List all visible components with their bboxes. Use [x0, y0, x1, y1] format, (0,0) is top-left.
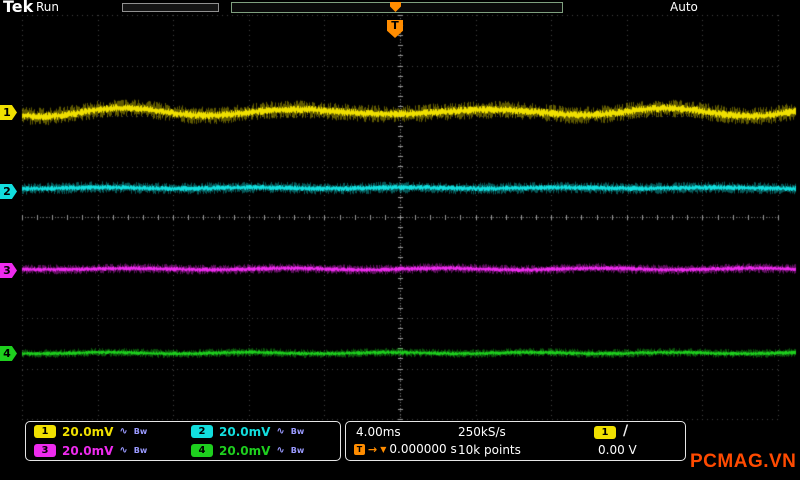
record-length-readout: 10k points — [458, 443, 521, 457]
arrow-right-icon: → — [368, 442, 378, 456]
ch1-badge: 1 — [34, 425, 56, 438]
ch4-scale: 20.0mV — [219, 443, 271, 458]
acquisition-status: Run — [36, 0, 60, 14]
record-view-bar-secondary — [122, 3, 219, 12]
rising-edge-icon: / — [623, 423, 629, 439]
trigger-position-value: 0.000000 s — [389, 442, 457, 456]
ch1-scale: 20.0mV — [62, 424, 114, 439]
bandwidth-limit-icon: Bw — [290, 427, 305, 436]
trigger-pointer-icon: ▼ — [380, 444, 387, 454]
sample-rate-readout: 250kS/s — [458, 425, 506, 439]
ac-coupling-icon: ∿ — [276, 426, 285, 437]
horizontal-trigger-readout: 4.00ms 250kS/s 1 / T → ▼ 0.000000 s 10k … — [345, 421, 686, 461]
bandwidth-limit-icon: Bw — [133, 446, 148, 455]
ch3-readout: 3 20.0mV ∿ Bw — [26, 441, 183, 460]
trigger-source-badge: 1 — [594, 426, 616, 439]
ch2-badge: 2 — [191, 425, 213, 438]
ch4-readout: 4 20.0mV ∿ Bw — [183, 441, 340, 460]
watermark: PCMAG.VN — [690, 451, 797, 472]
trigger-level-readout: 0.00 V — [598, 443, 637, 457]
oscilloscope-screen: Tek Run Auto T 1 2 3 4 1 20.0mV ∿ Bw 2 2… — [0, 0, 800, 480]
tek-logo: Tek — [3, 0, 34, 16]
trigger-marker-icon: T — [354, 443, 365, 455]
ch3-badge: 3 — [34, 444, 56, 457]
ch1-readout: 1 20.0mV ∿ Bw — [26, 422, 183, 441]
channel-readouts: 1 20.0mV ∿ Bw 2 20.0mV ∿ Bw 3 20.0mV ∿ B… — [25, 421, 341, 461]
trigger-position-readout: T → ▼ 0.000000 s — [354, 442, 457, 456]
ch4-badge: 4 — [191, 444, 213, 457]
trigger-mode-status: Auto — [670, 0, 698, 14]
ac-coupling-icon: ∿ — [119, 426, 128, 437]
waveform-display — [0, 0, 800, 480]
timebase-readout: 4.00ms — [356, 425, 401, 439]
ac-coupling-icon: ∿ — [119, 445, 128, 456]
bandwidth-limit-icon: Bw — [290, 446, 305, 455]
bandwidth-limit-icon: Bw — [133, 427, 148, 436]
ch2-readout: 2 20.0mV ∿ Bw — [183, 422, 340, 441]
ch3-scale: 20.0mV — [62, 443, 114, 458]
ch2-scale: 20.0mV — [219, 424, 271, 439]
ac-coupling-icon: ∿ — [276, 445, 285, 456]
